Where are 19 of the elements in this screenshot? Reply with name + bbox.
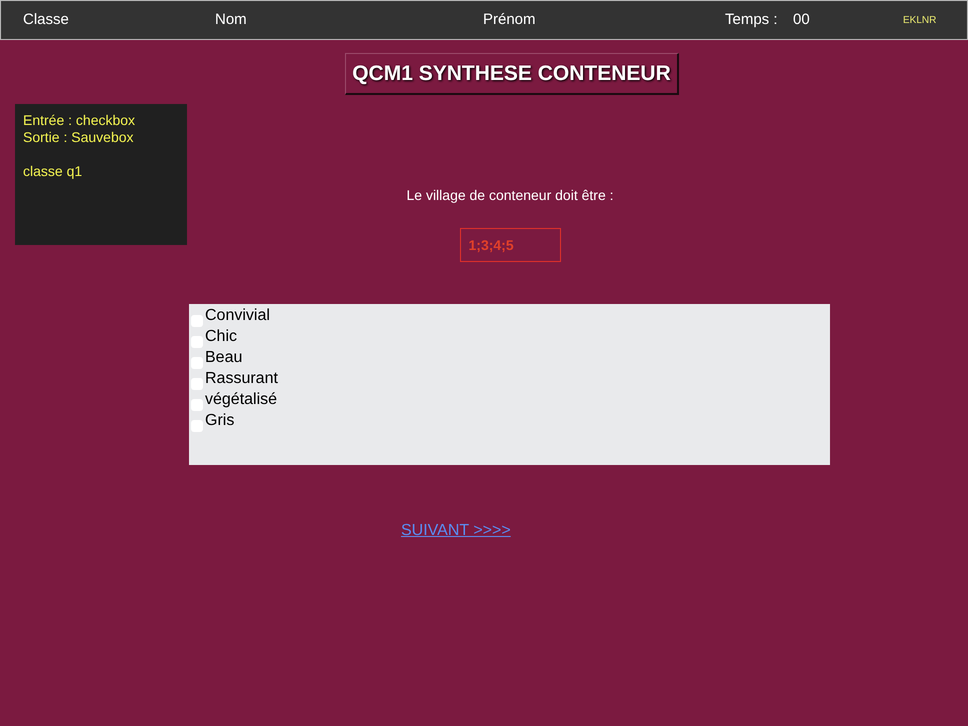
class-text: classe q1 (23, 163, 84, 180)
class-label: Classe (23, 10, 70, 30)
info-text: Sortie : Sauvebox (23, 129, 135, 146)
name-label: Nom (215, 10, 248, 30)
timer-value: 00 (793, 10, 811, 30)
code-label: EKLNR (903, 14, 936, 28)
timer-label: Temps : (725, 10, 779, 30)
option-label: Gris (205, 411, 234, 431)
option-label: Rassurant (205, 369, 278, 389)
option-label: Convivial (205, 306, 270, 326)
question-text: Le village de conteneur doit être : (406, 186, 614, 205)
answer-box: 1;3;4;5 (460, 228, 560, 262)
option-label: végétalisé (205, 390, 278, 410)
next-link[interactable]: SUIVANT >>>> (401, 522, 511, 539)
first-name-label: Prénom (483, 10, 537, 30)
page-title: QCM1 SYNTHESE CONTENEUR (345, 53, 679, 95)
option-label: Beau (205, 348, 242, 368)
option-label: Chic (205, 327, 238, 347)
info-text: Entrée : checkbox (23, 112, 136, 129)
